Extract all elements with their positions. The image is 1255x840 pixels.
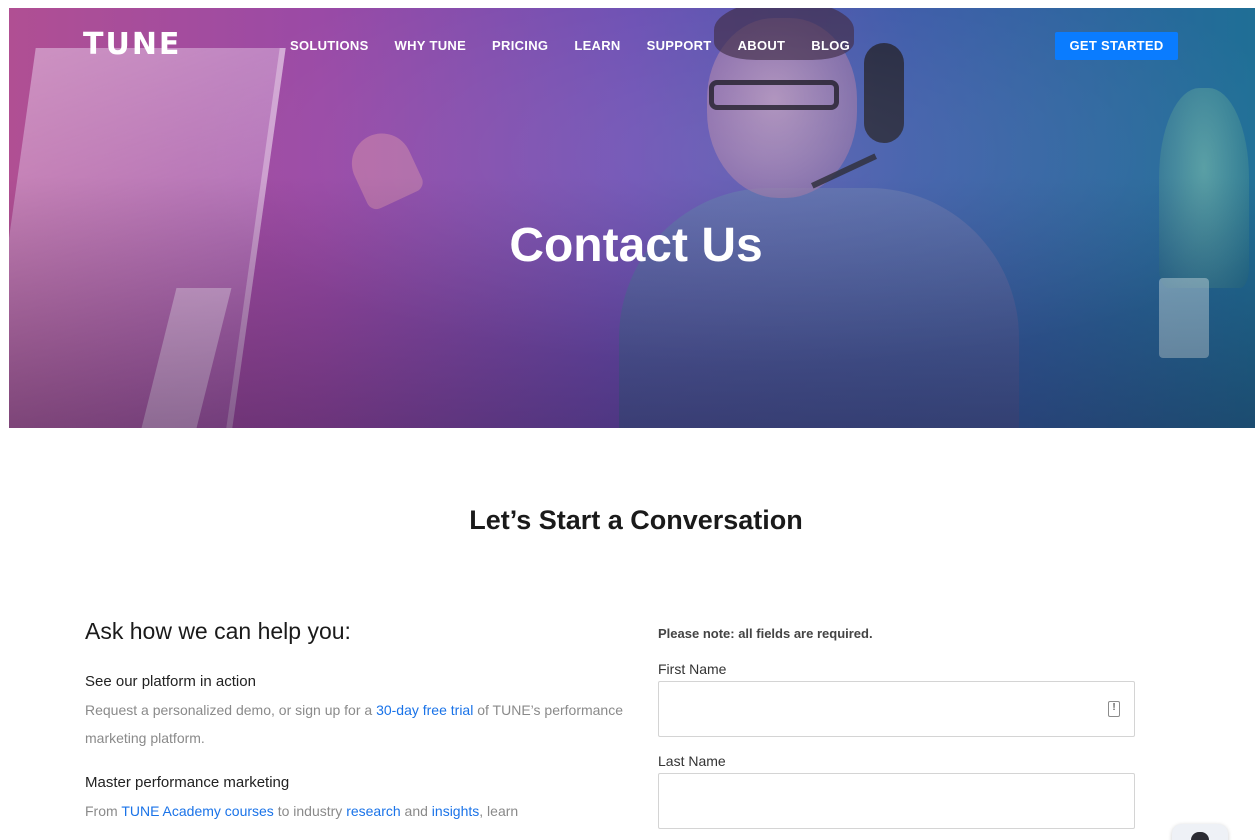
section-title: Let’s Start a Conversation [469, 505, 803, 535]
last-name-label: Last Name [658, 753, 726, 769]
get-started-button[interactable]: GET STARTED [1055, 32, 1178, 60]
page-title: Contact Us [509, 219, 763, 272]
last-name-field[interactable] [659, 774, 1134, 828]
first-name-field[interactable] [659, 682, 1134, 736]
top-nav: TUNE SOLUTIONS WHY TUNE PRICING LEARN SU… [0, 0, 1255, 90]
chat-widget-button[interactable] [1172, 824, 1228, 840]
help-heading: Ask how we can help you: [85, 618, 351, 644]
help-item-text-part: and [400, 803, 432, 819]
form-note: Please note: all fields are required. [658, 626, 873, 641]
contact-form: Please note: all fields are required. Fi… [658, 625, 1135, 840]
nav-link-support[interactable]: SUPPORT [647, 38, 712, 53]
last-name-field-wrapper [658, 773, 1135, 829]
insights-link[interactable]: insights [432, 803, 479, 819]
contact-card-icon[interactable]: ! [1108, 701, 1120, 717]
help-column: Ask how we can help you: See our platfor… [85, 618, 645, 840]
tune-logo[interactable]: TUNE [83, 27, 181, 63]
nav-link-pricing[interactable]: PRICING [492, 38, 548, 53]
help-item-text-part: From [85, 803, 122, 819]
nav-link-blog[interactable]: BLOG [811, 38, 850, 53]
first-name-field-wrapper: ! [658, 681, 1135, 737]
nav-link-solutions[interactable]: SOLUTIONS [290, 38, 369, 53]
help-item-text-part: , learn [479, 803, 519, 819]
help-item-text-part: Request a personalized demo, or sign up … [85, 702, 377, 718]
nav-link-why-tune[interactable]: WHY TUNE [395, 38, 467, 53]
nav-link-learn[interactable]: LEARN [574, 38, 620, 53]
nav-links: SOLUTIONS WHY TUNE PRICING LEARN SUPPORT… [290, 38, 876, 53]
help-item-text: Request a personalized demo, or sign up … [85, 696, 645, 752]
help-item-title: See our platform in action [85, 673, 256, 690]
help-item-text-part: to industry [273, 803, 347, 819]
first-name-label: First Name [658, 661, 727, 677]
free-trial-link[interactable]: 30-day free trial [376, 702, 473, 718]
research-link[interactable]: research [346, 803, 400, 819]
help-item-text: From TUNE Academy courses to industry re… [85, 797, 645, 825]
help-item-title: Master performance marketing [85, 774, 290, 791]
nav-link-about[interactable]: ABOUT [738, 38, 786, 53]
academy-courses-link[interactable]: TUNE Academy courses [121, 803, 274, 819]
chat-avatar-icon [1191, 832, 1209, 840]
